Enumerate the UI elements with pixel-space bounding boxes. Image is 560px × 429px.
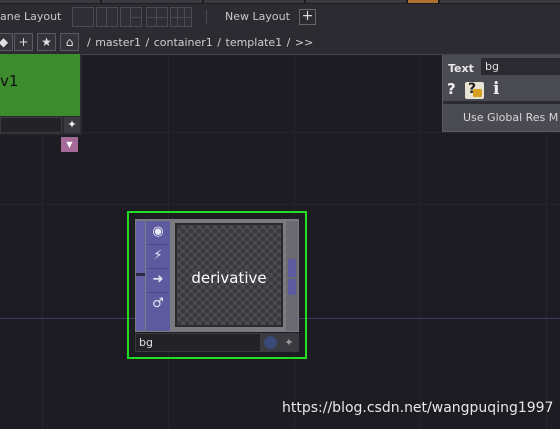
help-icon[interactable]: ? (447, 80, 456, 98)
node-name-bar: bg ✦ (135, 333, 299, 352)
operator-help-icon[interactable]: ? (465, 81, 484, 99)
operator-type-label: Text (448, 62, 474, 75)
sparkle-icon[interactable]: ✦ (64, 117, 80, 133)
parameter-panel: Text bg ? ? i Use Global Res M (442, 55, 560, 132)
display-flag-icon[interactable]: ➜ (146, 269, 170, 291)
node-viewer-text: derivative (191, 269, 267, 287)
info-icon[interactable]: i (493, 79, 499, 99)
v1-node-viewer: v1 (0, 54, 80, 116)
pane-tabs-strip (0, 0, 560, 4)
favorites-button[interactable]: ★ (37, 33, 56, 51)
layout-split-horizontal-button[interactable] (120, 7, 142, 27)
output-connector[interactable] (286, 221, 298, 331)
operator-name-field[interactable]: bg (481, 58, 560, 75)
layout-three-button[interactable] (146, 7, 168, 27)
input-connector[interactable] (136, 221, 145, 331)
node-viewer[interactable]: derivative (175, 223, 283, 327)
layout-split-vertical-button[interactable] (96, 7, 118, 27)
cook-flag-icon[interactable]: ⚡ (146, 245, 170, 267)
viewer-flag-icon[interactable]: ◉ (146, 221, 170, 243)
breadcrumb-path[interactable]: / master1 / container1 / template1 / >> (87, 36, 313, 49)
pane-layout-label: ane Layout (0, 10, 62, 23)
layout-single-button[interactable] (72, 7, 94, 27)
plus-icon: + (301, 8, 314, 24)
back-button[interactable]: ◆ (0, 33, 13, 51)
network-path-bar: ◆ + ★ ⌂ / master1 / container1 / templat… (0, 32, 560, 55)
use-global-res-label: Use Global Res M (463, 111, 559, 124)
pane-layout-bar: ane Layout New Layout + (0, 0, 560, 33)
down-arrow-icon[interactable]: ▼ (61, 137, 78, 152)
v1-node-label: v1 (0, 72, 19, 90)
v1-node-name-field[interactable] (0, 117, 62, 133)
sparkle-icon[interactable]: ✦ (281, 334, 297, 351)
v1-node[interactable]: v1 ✦ (0, 54, 82, 135)
back-icon: ◆ (0, 35, 9, 49)
watermark-url: https://blog.csdn.net/wangpuqing1997 (282, 400, 554, 416)
add-layout-button[interactable]: + (299, 9, 316, 25)
star-icon: ★ (41, 35, 52, 49)
plus-icon: + (18, 35, 29, 49)
add-operator-button[interactable]: + (14, 33, 33, 51)
panel-divider (443, 101, 560, 104)
node-name-field[interactable]: bg (136, 334, 260, 351)
home-icon: ⌂ (65, 35, 74, 49)
home-button[interactable]: ⌂ (60, 33, 79, 51)
layout-quad-button[interactable] (170, 7, 192, 27)
new-layout-label: New Layout (225, 10, 290, 23)
node-state-dot-icon[interactable] (264, 336, 277, 349)
toolbar-divider (206, 10, 207, 24)
node-flags: ◉ ⚡ ➜ ♂ (146, 221, 170, 331)
bypass-flag-icon[interactable]: ♂ (146, 293, 170, 315)
